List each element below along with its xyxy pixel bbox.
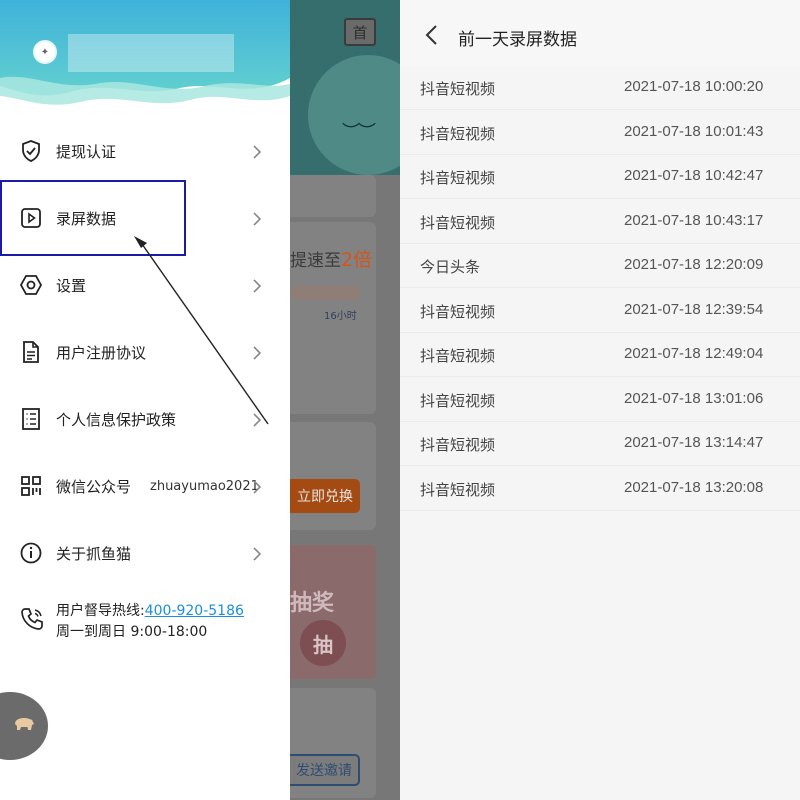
list-item: 今日头条 2021-07-18 12:20:09 [400,244,800,288]
record-time: 2021-07-18 13:20:08 [624,478,764,496]
background-card [290,175,376,217]
record-time: 2021-07-18 10:00:20 [624,78,764,95]
record-app: 抖音短视频 [420,302,496,321]
hotline-label: 用户督导热线:400-920-5186 [56,600,244,620]
background-app-overlay[interactable]: ︶︶ 首 提速至2倍 16小时 立即兑换 抽奖 抽 发送邀请 [290,0,400,800]
qr-code-icon [19,474,43,498]
mascot-face-icon: ︶︶ [342,122,376,143]
record-time: 2021-07-18 13:14:47 [624,434,764,451]
page-title: 前一天录屏数据 [458,30,577,50]
menu-item-about[interactable]: 关于抓鱼猫 [0,520,290,586]
chevron-right-icon [250,211,264,226]
record-app: 抖音短视频 [420,391,496,410]
record-time: 2021-07-18 12:49:04 [624,345,764,362]
back-arrow-icon[interactable] [422,24,440,46]
hexagon-settings-icon [19,273,43,297]
menu-item-withdraw-verify[interactable]: 提现认证 [0,118,290,184]
menu-item-user-agreement[interactable]: 用户注册协议 [0,319,290,385]
list-item: 抖音短视频 2021-07-18 12:39:54 [400,288,800,333]
wechat-account-id: zhuayumao2021 [150,478,259,494]
drawer-header: ✦ [0,0,290,108]
record-time: 2021-07-18 12:39:54 [624,300,764,318]
list-item: 抖音短视频 2021-07-18 13:01:06 [400,377,800,422]
lottery-text: 抽奖 [290,591,335,616]
chevron-right-icon [250,144,264,159]
record-app: 抖音短视频 [420,169,496,187]
list-item: 抖音短视频 2021-07-18 10:43:17 [400,199,800,244]
menu-item-label: 微信公众号 [56,477,132,496]
record-time: 2021-07-18 10:01:43 [624,122,764,140]
side-drawer: ✦ 提现认证 录屏数据 设置 用户注册协议 个人信息保护政策 微信公众号 zhu… [0,0,290,800]
chevron-right-icon [250,278,264,293]
list-item: 抖音短视频 2021-07-18 13:20:08 [400,466,800,511]
chevron-right-icon [250,345,264,360]
lottery-draw-button[interactable]: 抽 [300,620,346,666]
chevron-right-icon [250,546,264,561]
user-avatar[interactable]: ✦ [33,40,57,64]
user-name-placeholder [68,34,234,72]
list-document-icon [19,407,43,431]
speed-progress-bar [290,286,360,300]
menu-item-label: 个人信息保护政策 [56,410,177,429]
record-app: 抖音短视频 [420,80,496,98]
menu-item-label: 关于抓鱼猫 [56,544,132,563]
hours-label: 16小时 [324,311,357,322]
chevron-right-icon [250,479,264,494]
list-item: 抖音短视频 2021-07-18 13:14:47 [400,422,800,466]
menu-item-wechat-account[interactable]: 微信公众号 zhuayumao2021 [0,453,290,519]
phone-icon [19,606,45,632]
floating-assistant-button[interactable] [0,692,48,760]
list-item: 抖音短视频 2021-07-18 12:49:04 [400,333,800,377]
record-time: 2021-07-18 10:42:47 [624,167,764,184]
record-app: 抖音短视频 [420,347,496,365]
record-time: 2021-07-18 10:43:17 [624,211,764,229]
speed-value: 2倍 [341,249,373,271]
page-header: 前一天录屏数据 [400,0,800,66]
shield-check-icon [19,139,43,163]
menu-item-label: 提现认证 [56,142,117,161]
hotline-hours: 周一到周日 9:00-18:00 [56,624,208,640]
background-card [290,422,376,530]
menu-item-privacy-policy[interactable]: 个人信息保护政策 [0,386,290,452]
record-app: 抖音短视频 [420,213,496,232]
support-hotline: 用户督导热线:400-920-5186 周一到周日 9:00-18:00 [0,598,290,648]
list-item: 抖音短视频 2021-07-18 10:01:43 [400,110,800,155]
record-app: 抖音短视频 [420,480,496,499]
menu-item-settings[interactable]: 设置 [0,252,290,318]
record-time: 2021-07-18 12:20:09 [624,256,764,273]
menu-item-label: 用户注册协议 [56,343,147,362]
bear-icon [13,715,35,737]
hotline-phone-link[interactable]: 400-920-5186 [145,603,244,619]
chevron-right-icon [250,412,264,427]
record-app: 抖音短视频 [420,124,496,143]
speed-prefix: 提速至 [290,251,341,271]
send-invite-button[interactable]: 发送邀请 [290,754,360,786]
menu-item-label: 设置 [56,276,87,295]
list-item: 抖音短视频 2021-07-18 10:00:20 [400,66,800,110]
info-circle-icon [19,541,43,565]
record-app: 抖音短视频 [420,436,496,454]
speed-text: 提速至2倍 [290,245,372,272]
home-badge: 首 [344,18,376,46]
document-icon [19,340,43,364]
screen-records-page: 前一天录屏数据 抖音短视频 2021-07-18 10:00:20 抖音短视频 20… [400,0,800,800]
record-app: 今日头条 [420,258,481,276]
redeem-button[interactable]: 立即兑换 [290,479,360,513]
hotline-prefix: 用户督导热线: [56,603,145,619]
list-item: 抖音短视频 2021-07-18 10:42:47 [400,155,800,199]
highlight-box [0,180,186,256]
record-time: 2021-07-18 13:01:06 [624,389,764,407]
